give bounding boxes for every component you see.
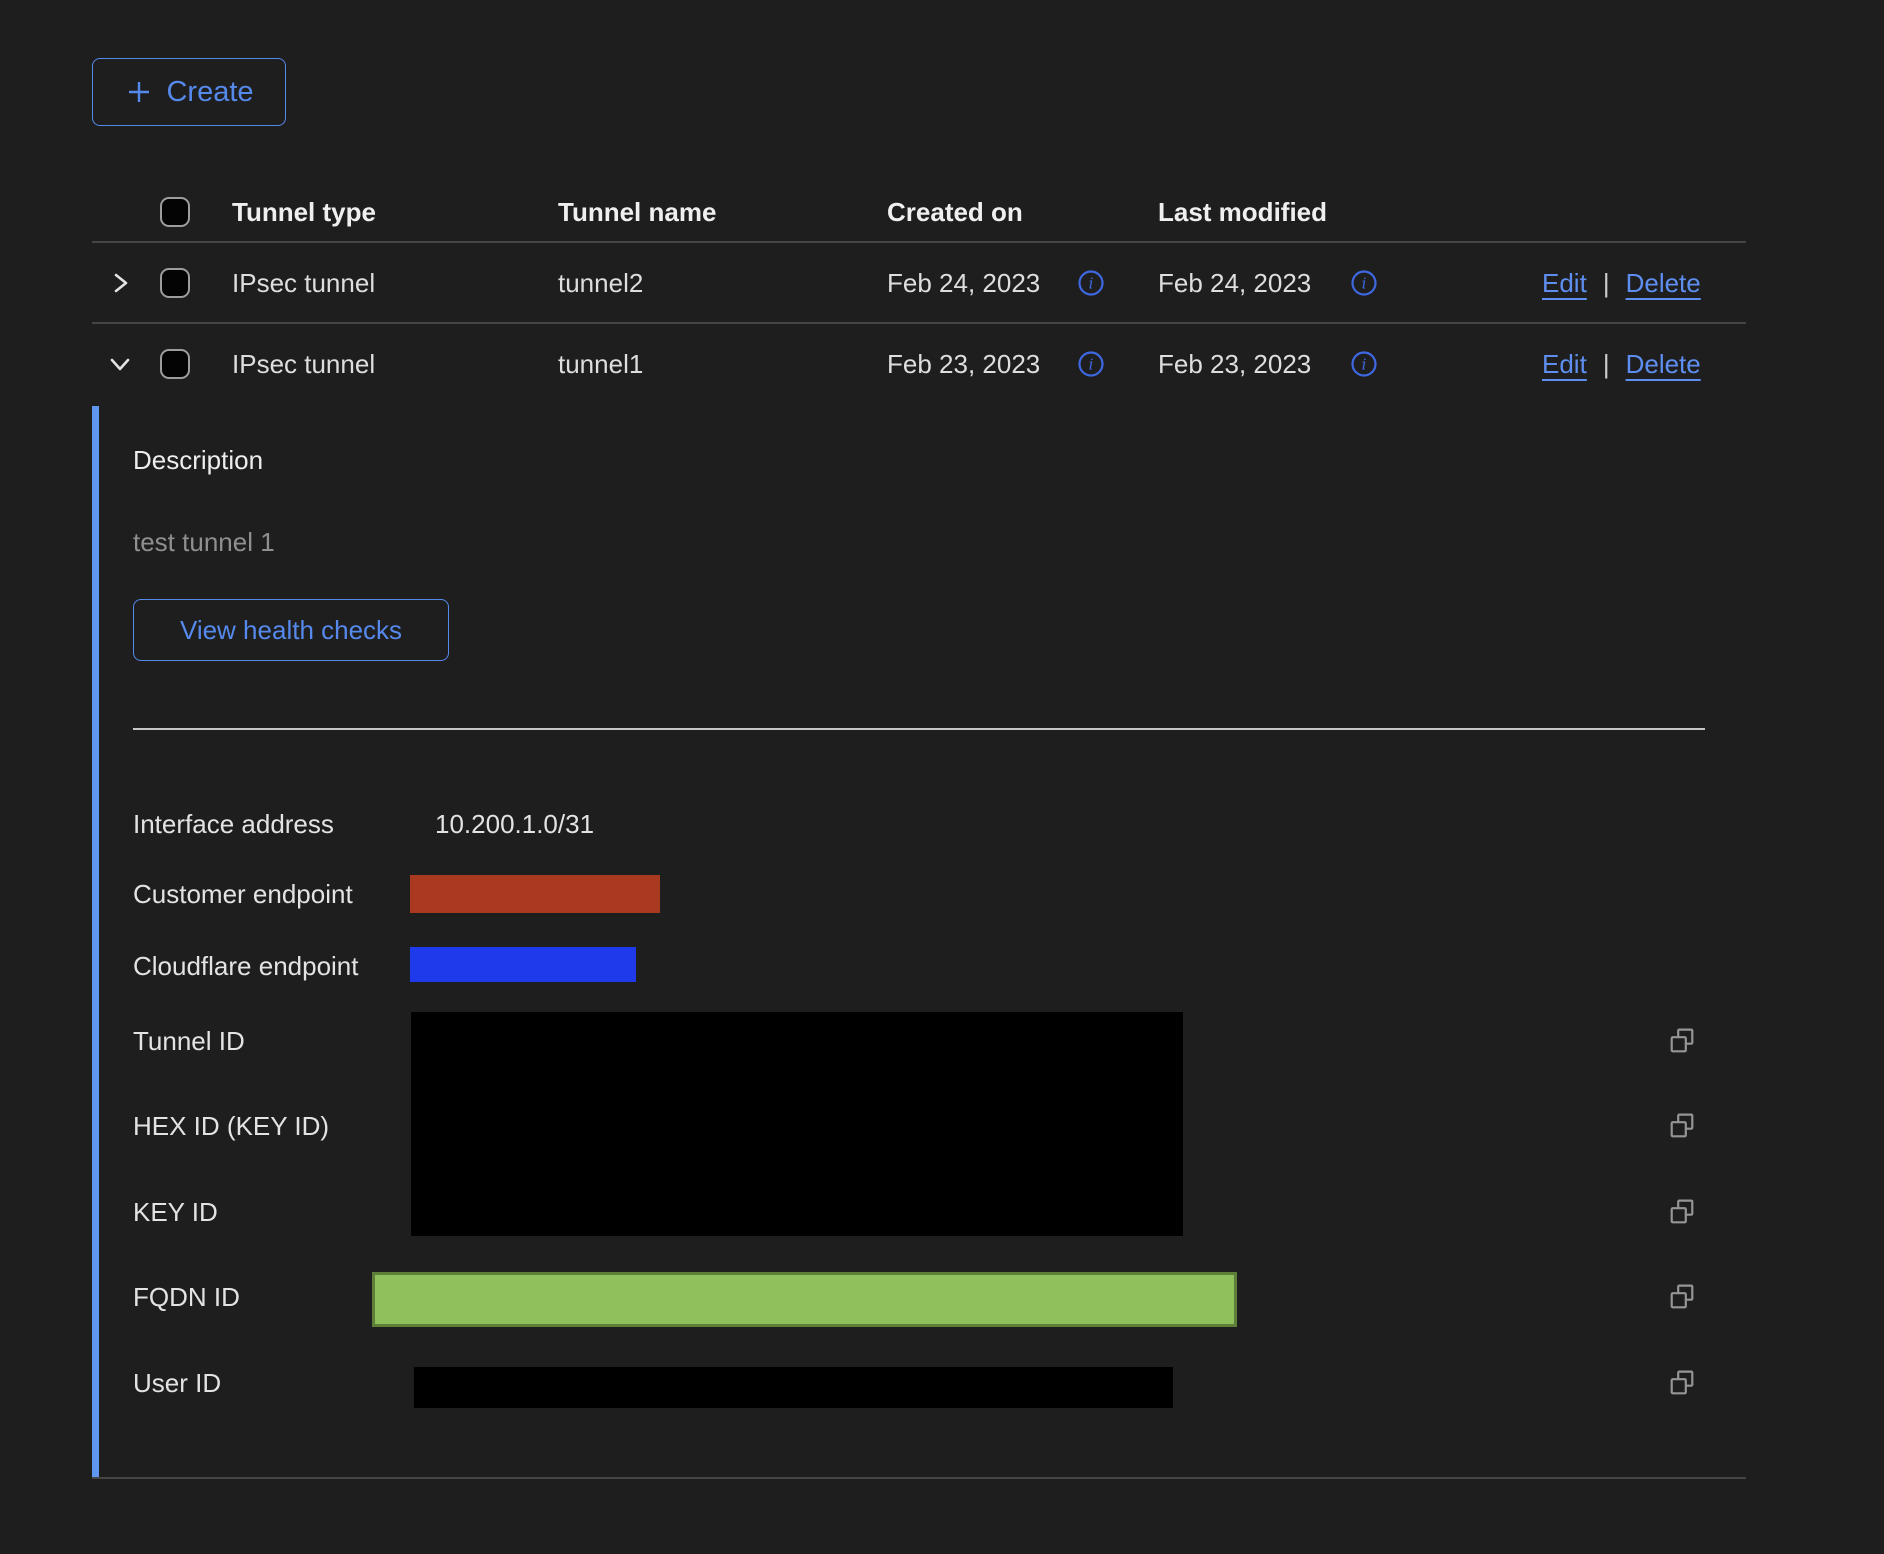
key-id-label: KEY ID <box>133 1195 218 1229</box>
row-actions: Edit | Delete <box>1542 266 1701 300</box>
detail-divider <box>133 728 1705 730</box>
cloudflare-endpoint-redacted-value <box>410 947 636 982</box>
collapse-chevron-down-icon[interactable] <box>106 350 134 383</box>
column-header-created-on: Created on <box>887 195 1023 229</box>
copy-icon-user-id[interactable] <box>1669 1370 1695 1401</box>
tunnel-name-cell: tunnel2 <box>558 266 643 300</box>
actions-separator: | <box>1603 266 1610 300</box>
column-header-last-modified: Last modified <box>1158 195 1327 229</box>
delete-link[interactable]: Delete <box>1626 347 1701 381</box>
expanded-row-accent-bar <box>92 406 99 1477</box>
created-on-cell: Feb 24, 2023 <box>887 266 1040 300</box>
svg-text:i: i <box>1362 356 1367 374</box>
tunnel-id-label: Tunnel ID <box>133 1024 245 1058</box>
copy-icon-fqdn-id[interactable] <box>1669 1284 1695 1315</box>
interface-address-label: Interface address <box>133 807 334 841</box>
column-header-tunnel-type: Tunnel type <box>232 195 376 229</box>
row-actions: Edit | Delete <box>1542 347 1701 381</box>
row-checkbox-tunnel2[interactable] <box>160 268 190 298</box>
user-id-redacted-value <box>414 1367 1173 1408</box>
copy-icon-key-id[interactable] <box>1669 1199 1695 1230</box>
edit-link[interactable]: Edit <box>1542 266 1587 300</box>
create-button[interactable]: Create <box>92 58 286 126</box>
last-modified-cell: Feb 24, 2023 <box>1158 266 1311 300</box>
info-icon[interactable]: i <box>1077 269 1105 302</box>
info-icon[interactable]: i <box>1350 269 1378 302</box>
customer-endpoint-label: Customer endpoint <box>133 877 353 911</box>
customer-endpoint-redacted-value <box>410 875 660 913</box>
edit-link[interactable]: Edit <box>1542 347 1587 381</box>
column-header-tunnel-name: Tunnel name <box>558 195 716 229</box>
copy-icon-hex-id[interactable] <box>1669 1113 1695 1144</box>
header-divider <box>92 241 1746 243</box>
fqdn-id-label: FQDN ID <box>133 1280 240 1314</box>
created-on-cell: Feb 23, 2023 <box>887 347 1040 381</box>
delete-link[interactable]: Delete <box>1626 266 1701 300</box>
expand-chevron-right-icon[interactable] <box>106 269 134 302</box>
info-icon[interactable]: i <box>1350 350 1378 383</box>
ids-redacted-value <box>411 1012 1183 1236</box>
select-all-checkbox[interactable] <box>160 197 190 227</box>
cloudflare-endpoint-label: Cloudflare endpoint <box>133 949 359 983</box>
fqdn-id-redacted-value <box>372 1272 1237 1327</box>
tunnel-name-cell: tunnel1 <box>558 347 643 381</box>
view-health-checks-button[interactable]: View health checks <box>133 599 449 661</box>
svg-text:i: i <box>1362 275 1367 293</box>
user-id-label: User ID <box>133 1366 221 1400</box>
interface-address-value: 10.200.1.0/31 <box>435 807 594 841</box>
tunnel-type-cell: IPsec tunnel <box>232 347 375 381</box>
copy-icon-tunnel-id[interactable] <box>1669 1028 1695 1059</box>
svg-text:i: i <box>1089 275 1094 293</box>
actions-separator: | <box>1603 347 1610 381</box>
description-text: test tunnel 1 <box>133 525 275 559</box>
info-icon[interactable]: i <box>1077 350 1105 383</box>
hex-id-label: HEX ID (KEY ID) <box>133 1109 329 1143</box>
table-bottom-divider <box>92 1477 1746 1479</box>
row-divider <box>92 322 1746 324</box>
plus-icon <box>124 77 154 107</box>
description-label: Description <box>133 443 263 477</box>
row-checkbox-tunnel1[interactable] <box>160 349 190 379</box>
ipsec-tunnels-page: Create Tunnel type Tunnel name Created o… <box>0 0 1884 1554</box>
view-health-checks-label: View health checks <box>180 615 402 646</box>
create-button-label: Create <box>166 76 253 109</box>
tunnel-type-cell: IPsec tunnel <box>232 266 375 300</box>
last-modified-cell: Feb 23, 2023 <box>1158 347 1311 381</box>
svg-text:i: i <box>1089 356 1094 374</box>
